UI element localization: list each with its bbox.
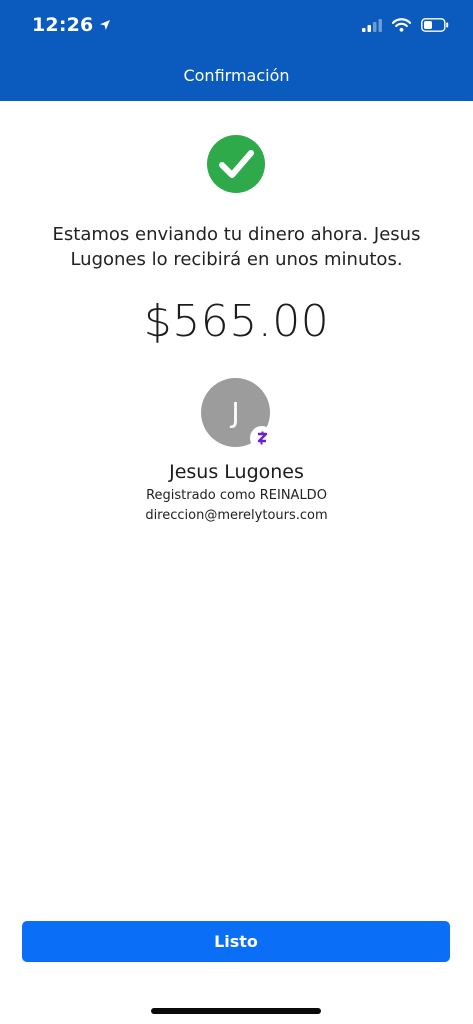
wifi-icon [391, 17, 412, 36]
recipient-registered-as: Registrado como REINALDO [146, 488, 327, 503]
location-arrow-icon [99, 14, 111, 36]
recipient-name: Jesus Lugones [169, 461, 304, 483]
status-time-text: 12:26 [32, 14, 94, 36]
status-bar-time: 12:26 [32, 14, 111, 36]
transfer-amount: $565.00 [143, 296, 330, 347]
confirmation-message: Estamos enviando tu dinero ahora. Jesus … [52, 224, 421, 270]
checkmark-icon [207, 135, 265, 193]
header: 12:26 Confirmación [0, 0, 473, 101]
status-bar-indicators [362, 17, 449, 36]
battery-icon [421, 17, 449, 36]
page-title: Confirmación [183, 66, 290, 85]
home-indicator[interactable] [151, 1008, 321, 1014]
done-button[interactable]: Listo [22, 921, 450, 962]
avatar-initial: J [231, 396, 240, 429]
cellular-signal-icon [362, 17, 382, 36]
zelle-icon [250, 426, 274, 450]
recipient-email: direccion@merelytours.com [145, 508, 328, 523]
